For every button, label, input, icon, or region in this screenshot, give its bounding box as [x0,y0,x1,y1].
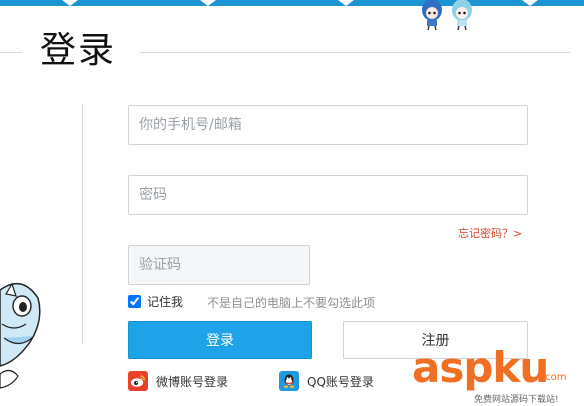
remember-hint: 不是自己的电脑上不要勾选此项 [207,296,376,310]
top-banner [0,0,584,6]
title-divider-right [140,52,570,53]
qq-login-label: QQ账号登录 [307,374,374,389]
login-button[interactable]: 登录 [128,321,312,359]
mascot-illustration [0,282,41,389]
title-divider-left [0,52,22,53]
banner-notch [522,0,538,6]
page-title: 登录 [40,30,117,71]
watermark-logo: aspku [412,343,549,392]
weibo-icon [128,371,148,391]
watermark-subtext: 免费网站源码下载站! [474,395,559,405]
forgot-password-link[interactable]: 忘记密码？> [458,225,522,241]
weibo-login-link[interactable]: 微博账号登录 [128,370,228,392]
vertical-divider [82,104,83,344]
captcha-input[interactable] [128,245,310,285]
password-input[interactable] [128,175,528,215]
remember-checkbox[interactable] [128,294,141,308]
banner-notch [338,0,354,6]
qq-icon [279,371,299,391]
banner-notch [200,0,216,6]
mascot-pair-illustration [422,0,472,30]
weibo-login-label: 微博账号登录 [156,374,229,389]
watermark-suffix: .com [542,372,567,383]
banner-notch [62,0,78,6]
site-watermark: aspku .com 免费网站源码下载站! [412,343,582,406]
account-input[interactable] [128,105,528,145]
remember-me[interactable]: 记住我 [128,292,183,310]
remember-label: 记住我 [147,294,184,309]
qq-login-link[interactable]: QQ账号登录 [279,370,374,392]
